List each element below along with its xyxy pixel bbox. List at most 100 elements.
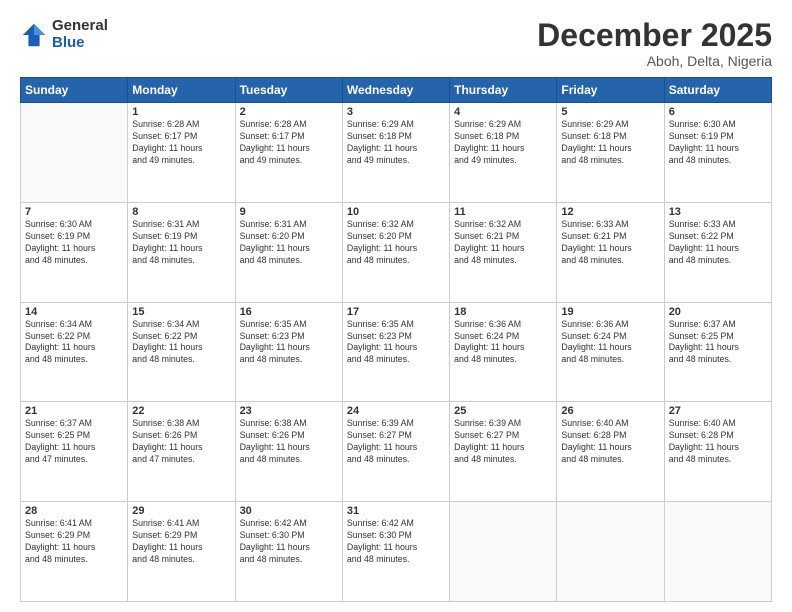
calendar-cell: [557, 502, 664, 602]
calendar-cell: 31Sunrise: 6:42 AMSunset: 6:30 PMDayligh…: [342, 502, 449, 602]
calendar-cell: 11Sunrise: 6:32 AMSunset: 6:21 PMDayligh…: [450, 202, 557, 302]
calendar-cell: 7Sunrise: 6:30 AMSunset: 6:19 PMDaylight…: [21, 202, 128, 302]
day-detail: Sunrise: 6:29 AMSunset: 6:18 PMDaylight:…: [347, 119, 445, 167]
day-detail: Sunrise: 6:40 AMSunset: 6:28 PMDaylight:…: [669, 418, 767, 466]
day-number: 29: [132, 505, 230, 517]
logo-blue: Blue: [52, 35, 108, 52]
day-detail: Sunrise: 6:28 AMSunset: 6:17 PMDaylight:…: [240, 119, 338, 167]
calendar-cell: 9Sunrise: 6:31 AMSunset: 6:20 PMDaylight…: [235, 202, 342, 302]
day-detail: Sunrise: 6:31 AMSunset: 6:20 PMDaylight:…: [240, 219, 338, 267]
day-number: 2: [240, 106, 338, 118]
calendar-cell: 18Sunrise: 6:36 AMSunset: 6:24 PMDayligh…: [450, 302, 557, 402]
day-number: 11: [454, 206, 552, 218]
weekday-header: Monday: [128, 78, 235, 103]
calendar-cell: [21, 103, 128, 203]
day-detail: Sunrise: 6:30 AMSunset: 6:19 PMDaylight:…: [25, 219, 123, 267]
day-detail: Sunrise: 6:41 AMSunset: 6:29 PMDaylight:…: [25, 518, 123, 566]
day-number: 28: [25, 505, 123, 517]
weekday-header: Friday: [557, 78, 664, 103]
day-number: 14: [25, 306, 123, 318]
day-number: 16: [240, 306, 338, 318]
logo-general: General: [52, 18, 108, 35]
day-detail: Sunrise: 6:34 AMSunset: 6:22 PMDaylight:…: [25, 319, 123, 367]
day-detail: Sunrise: 6:28 AMSunset: 6:17 PMDaylight:…: [132, 119, 230, 167]
day-detail: Sunrise: 6:37 AMSunset: 6:25 PMDaylight:…: [669, 319, 767, 367]
day-number: 19: [561, 306, 659, 318]
day-number: 27: [669, 405, 767, 417]
day-detail: Sunrise: 6:32 AMSunset: 6:21 PMDaylight:…: [454, 219, 552, 267]
weekday-header: Wednesday: [342, 78, 449, 103]
calendar-week-row: 21Sunrise: 6:37 AMSunset: 6:25 PMDayligh…: [21, 402, 772, 502]
day-detail: Sunrise: 6:29 AMSunset: 6:18 PMDaylight:…: [454, 119, 552, 167]
day-detail: Sunrise: 6:36 AMSunset: 6:24 PMDaylight:…: [561, 319, 659, 367]
calendar-cell: 8Sunrise: 6:31 AMSunset: 6:19 PMDaylight…: [128, 202, 235, 302]
day-detail: Sunrise: 6:42 AMSunset: 6:30 PMDaylight:…: [240, 518, 338, 566]
day-number: 26: [561, 405, 659, 417]
day-detail: Sunrise: 6:33 AMSunset: 6:21 PMDaylight:…: [561, 219, 659, 267]
day-number: 25: [454, 405, 552, 417]
page: General Blue December 2025 Aboh, Delta, …: [0, 0, 792, 612]
calendar-cell: 1Sunrise: 6:28 AMSunset: 6:17 PMDaylight…: [128, 103, 235, 203]
weekday-header: Saturday: [664, 78, 771, 103]
day-number: 13: [669, 206, 767, 218]
day-detail: Sunrise: 6:32 AMSunset: 6:20 PMDaylight:…: [347, 219, 445, 267]
day-detail: Sunrise: 6:35 AMSunset: 6:23 PMDaylight:…: [240, 319, 338, 367]
calendar-cell: 14Sunrise: 6:34 AMSunset: 6:22 PMDayligh…: [21, 302, 128, 402]
calendar-cell: 21Sunrise: 6:37 AMSunset: 6:25 PMDayligh…: [21, 402, 128, 502]
day-number: 12: [561, 206, 659, 218]
day-detail: Sunrise: 6:36 AMSunset: 6:24 PMDaylight:…: [454, 319, 552, 367]
calendar-cell: 23Sunrise: 6:38 AMSunset: 6:26 PMDayligh…: [235, 402, 342, 502]
calendar-cell: 24Sunrise: 6:39 AMSunset: 6:27 PMDayligh…: [342, 402, 449, 502]
day-detail: Sunrise: 6:34 AMSunset: 6:22 PMDaylight:…: [132, 319, 230, 367]
calendar-week-row: 1Sunrise: 6:28 AMSunset: 6:17 PMDaylight…: [21, 103, 772, 203]
day-number: 30: [240, 505, 338, 517]
calendar-cell: 13Sunrise: 6:33 AMSunset: 6:22 PMDayligh…: [664, 202, 771, 302]
calendar-cell: 3Sunrise: 6:29 AMSunset: 6:18 PMDaylight…: [342, 103, 449, 203]
logo: General Blue: [20, 18, 108, 51]
day-number: 22: [132, 405, 230, 417]
calendar-cell: 4Sunrise: 6:29 AMSunset: 6:18 PMDaylight…: [450, 103, 557, 203]
calendar-cell: 30Sunrise: 6:42 AMSunset: 6:30 PMDayligh…: [235, 502, 342, 602]
weekday-header: Thursday: [450, 78, 557, 103]
day-number: 8: [132, 206, 230, 218]
calendar-cell: 25Sunrise: 6:39 AMSunset: 6:27 PMDayligh…: [450, 402, 557, 502]
day-number: 15: [132, 306, 230, 318]
day-detail: Sunrise: 6:35 AMSunset: 6:23 PMDaylight:…: [347, 319, 445, 367]
day-number: 5: [561, 106, 659, 118]
day-detail: Sunrise: 6:41 AMSunset: 6:29 PMDaylight:…: [132, 518, 230, 566]
calendar-week-row: 7Sunrise: 6:30 AMSunset: 6:19 PMDaylight…: [21, 202, 772, 302]
weekday-header-row: SundayMondayTuesdayWednesdayThursdayFrid…: [21, 78, 772, 103]
day-number: 10: [347, 206, 445, 218]
day-detail: Sunrise: 6:33 AMSunset: 6:22 PMDaylight:…: [669, 219, 767, 267]
calendar-cell: 5Sunrise: 6:29 AMSunset: 6:18 PMDaylight…: [557, 103, 664, 203]
day-detail: Sunrise: 6:38 AMSunset: 6:26 PMDaylight:…: [240, 418, 338, 466]
calendar-cell: 16Sunrise: 6:35 AMSunset: 6:23 PMDayligh…: [235, 302, 342, 402]
calendar-cell: 26Sunrise: 6:40 AMSunset: 6:28 PMDayligh…: [557, 402, 664, 502]
calendar-cell: 2Sunrise: 6:28 AMSunset: 6:17 PMDaylight…: [235, 103, 342, 203]
calendar-cell: 15Sunrise: 6:34 AMSunset: 6:22 PMDayligh…: [128, 302, 235, 402]
day-number: 20: [669, 306, 767, 318]
day-detail: Sunrise: 6:39 AMSunset: 6:27 PMDaylight:…: [454, 418, 552, 466]
calendar-cell: 12Sunrise: 6:33 AMSunset: 6:21 PMDayligh…: [557, 202, 664, 302]
day-number: 21: [25, 405, 123, 417]
day-number: 23: [240, 405, 338, 417]
day-number: 1: [132, 106, 230, 118]
day-number: 18: [454, 306, 552, 318]
day-detail: Sunrise: 6:39 AMSunset: 6:27 PMDaylight:…: [347, 418, 445, 466]
day-number: 4: [454, 106, 552, 118]
calendar-cell: 10Sunrise: 6:32 AMSunset: 6:20 PMDayligh…: [342, 202, 449, 302]
day-detail: Sunrise: 6:42 AMSunset: 6:30 PMDaylight:…: [347, 518, 445, 566]
day-detail: Sunrise: 6:31 AMSunset: 6:19 PMDaylight:…: [132, 219, 230, 267]
calendar-cell: 29Sunrise: 6:41 AMSunset: 6:29 PMDayligh…: [128, 502, 235, 602]
day-detail: Sunrise: 6:29 AMSunset: 6:18 PMDaylight:…: [561, 119, 659, 167]
day-number: 7: [25, 206, 123, 218]
location: Aboh, Delta, Nigeria: [537, 53, 772, 69]
calendar-cell: [450, 502, 557, 602]
calendar-cell: 17Sunrise: 6:35 AMSunset: 6:23 PMDayligh…: [342, 302, 449, 402]
calendar-week-row: 14Sunrise: 6:34 AMSunset: 6:22 PMDayligh…: [21, 302, 772, 402]
day-number: 24: [347, 405, 445, 417]
month-title: December 2025: [537, 18, 772, 53]
day-detail: Sunrise: 6:30 AMSunset: 6:19 PMDaylight:…: [669, 119, 767, 167]
calendar-cell: 27Sunrise: 6:40 AMSunset: 6:28 PMDayligh…: [664, 402, 771, 502]
calendar-cell: 22Sunrise: 6:38 AMSunset: 6:26 PMDayligh…: [128, 402, 235, 502]
